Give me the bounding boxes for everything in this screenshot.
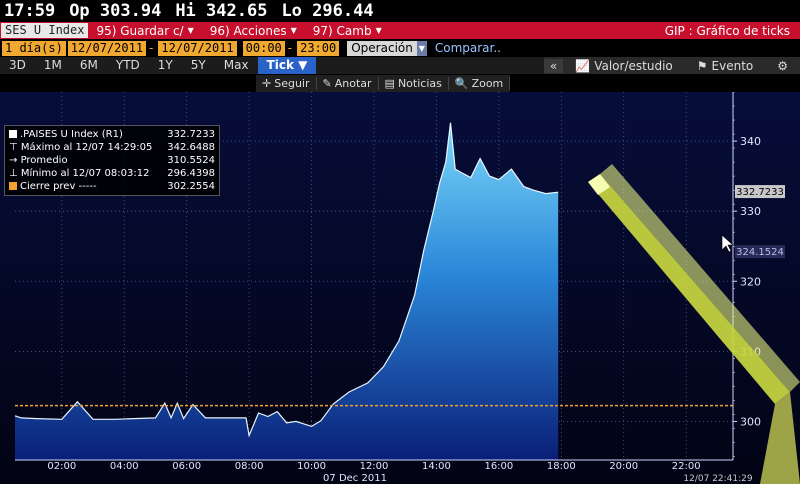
actions-button[interactable]: 96) Acciones ▼: [202, 24, 305, 38]
dropdown-caret-icon: ▼: [187, 26, 194, 35]
x-tick-label: 12:00: [360, 461, 389, 472]
y-tick-label: 300: [740, 415, 761, 428]
study-tab[interactable]: 📈 Valor/estudio: [563, 59, 684, 73]
quote-high: Hi 342.65: [175, 1, 268, 21]
tab-1m[interactable]: 1M: [35, 57, 71, 74]
tab-tick[interactable]: Tick ▼: [257, 57, 317, 74]
pencil-icon: ✎: [322, 76, 332, 90]
prev-close-swatch: [9, 182, 17, 190]
x-tick-label: 08:00: [235, 461, 264, 472]
function-title: GIP : Gráfico de ticks: [664, 23, 790, 38]
quote-low: Lo 296.44: [281, 1, 374, 21]
quote-header: 17:59 Op 303.94 Hi 342.65 Lo 296.44: [0, 0, 800, 22]
x-tick-label: 22:00: [672, 461, 701, 472]
y-tick-label: 320: [740, 275, 761, 288]
time-separator: -: [287, 41, 293, 55]
tab-max[interactable]: Max: [215, 57, 258, 74]
change-button[interactable]: 97) Camb ▼: [305, 24, 390, 38]
save-button[interactable]: 95) Guardar c/▼: [88, 24, 201, 38]
cursor-value-tag: 324.1524: [735, 245, 785, 259]
tab-1y[interactable]: 1Y: [149, 57, 182, 74]
chart-toolbar: ✛ Seguir ✎ Anotar ▤ Noticias 🔍 Zoom: [0, 74, 800, 92]
tab-6m[interactable]: 6M: [71, 57, 107, 74]
avg-icon: →: [9, 155, 21, 166]
last-value-tag: 332.7233: [735, 185, 785, 199]
crosshair-icon: ✛: [262, 76, 272, 90]
y-tick-label: 330: [740, 205, 761, 218]
command-bar: SES U Index 95) Guardar c/▼ 96) Acciones…: [0, 22, 800, 39]
end-time-field[interactable]: 23:00: [297, 40, 340, 56]
x-axis-label: 07 Dec 2011: [323, 473, 387, 484]
news-button[interactable]: ▤ Noticias: [379, 76, 449, 90]
flag-icon: ⚑: [696, 58, 708, 73]
mode-select[interactable]: Operación: [347, 40, 417, 56]
quote-open: Op 303.94: [69, 1, 162, 21]
start-time-field[interactable]: 00:00: [242, 40, 285, 56]
footer-timestamp: 12/07 22:41:29: [683, 474, 752, 484]
series-swatch: [9, 130, 17, 138]
collapse-icon[interactable]: «: [543, 58, 564, 73]
x-tick-label: 20:00: [609, 461, 638, 472]
chart-legend: .PAISES U Index (R1) 332.7233 ⊤ Máximo al…: [4, 125, 220, 196]
tab-3d[interactable]: 3D: [0, 57, 35, 74]
period-tabs: 3D 1M 6M YTD 1Y 5Y Max Tick ▼ « 📈 Valor/e…: [0, 57, 800, 74]
chart-icon: 📈: [575, 58, 591, 73]
gear-icon[interactable]: ⚙: [765, 59, 800, 73]
x-tick-label: 02:00: [47, 461, 76, 472]
x-tick-label: 06:00: [172, 461, 201, 472]
svg-text:324.1524: 324.1524: [736, 247, 784, 258]
quote-time: 17:59: [4, 1, 56, 21]
x-tick-label: 16:00: [484, 461, 513, 472]
event-tab[interactable]: ⚑ Evento: [685, 59, 765, 73]
end-date-field[interactable]: 12/07/2011: [158, 40, 237, 56]
x-tick-label: 04:00: [110, 461, 139, 472]
tab-5y[interactable]: 5Y: [182, 57, 215, 74]
svg-text:332.7233: 332.7233: [736, 187, 784, 198]
view-tabs: « 📈 Valor/estudio ⚑ Evento ⚙: [543, 57, 800, 74]
tab-ytd[interactable]: YTD: [107, 57, 149, 74]
max-icon: ⊤: [9, 142, 21, 153]
annotate-button[interactable]: ✎ Anotar: [317, 76, 379, 90]
search-icon: 🔍: [454, 76, 469, 90]
chevron-down-icon[interactable]: ▼: [416, 40, 427, 56]
date-separator: -: [149, 41, 154, 55]
start-date-field[interactable]: 12/07/2011: [67, 40, 147, 56]
compare-link[interactable]: Comparar..: [435, 41, 501, 55]
zoom-button[interactable]: 🔍 Zoom: [449, 76, 511, 90]
dropdown-caret-icon: ▼: [290, 26, 297, 35]
x-tick-label: 14:00: [422, 461, 451, 472]
ticker-field[interactable]: SES U Index: [1, 23, 89, 38]
date-bar: 1 día(s) 12/07/2011 - 12/07/2011 00:00 -…: [0, 39, 800, 57]
news-icon: ▤: [384, 76, 395, 90]
y-tick-label: 340: [740, 135, 761, 148]
period-field[interactable]: 1 día(s): [2, 40, 66, 56]
min-icon: ⊥: [9, 168, 21, 179]
dropdown-caret-icon: ▼: [375, 26, 382, 35]
x-tick-label: 10:00: [297, 461, 326, 472]
x-tick-label: 18:00: [547, 461, 576, 472]
follow-button[interactable]: ✛ Seguir: [256, 76, 317, 90]
